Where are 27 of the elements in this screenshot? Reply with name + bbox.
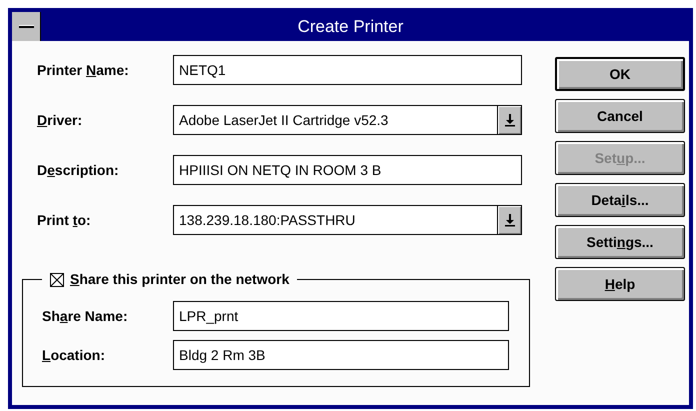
- dropdown[interactable]: 138.239.18.180:PASSTHRU: [173, 205, 522, 235]
- dialog-button[interactable]: Help: [555, 267, 685, 301]
- cross-icon: [51, 274, 63, 286]
- field-label: Printer Name:: [36, 60, 130, 80]
- input-field[interactable]: NETQ1: [173, 55, 522, 85]
- input-field[interactable]: LPR_prnt: [173, 301, 509, 331]
- field-label: Print to:: [36, 210, 92, 230]
- dialog-button[interactable]: Settings...: [555, 225, 685, 259]
- field-label: Share Name:: [41, 306, 129, 326]
- minus-icon: [18, 24, 34, 28]
- checkbox[interactable]: [50, 272, 64, 286]
- down-arrow-icon: [504, 214, 514, 226]
- input-field[interactable]: HPIIISI ON NETQ IN ROOM 3 B: [173, 155, 522, 185]
- dialog-button[interactable]: Cancel: [555, 99, 685, 133]
- field-label: Driver:: [36, 110, 84, 130]
- checkbox-label[interactable]: Share this printer on the network: [70, 269, 290, 290]
- window-title: Create Printer: [296, 16, 404, 38]
- input-field[interactable]: Bldg 2 Rm 3B: [173, 340, 509, 370]
- dialog-button[interactable]: Details...: [555, 183, 685, 217]
- dialog-button[interactable]: OK: [555, 57, 685, 91]
- dropdown-button[interactable]: [497, 106, 521, 134]
- field-label: Description:: [36, 160, 120, 180]
- dropdown[interactable]: Adobe LaserJet II Cartridge v52.3: [173, 105, 522, 135]
- dropdown-button[interactable]: [497, 206, 521, 234]
- field-label: Location:: [41, 346, 106, 364]
- down-arrow-icon: [504, 114, 514, 126]
- system-menu-button[interactable]: [12, 12, 41, 41]
